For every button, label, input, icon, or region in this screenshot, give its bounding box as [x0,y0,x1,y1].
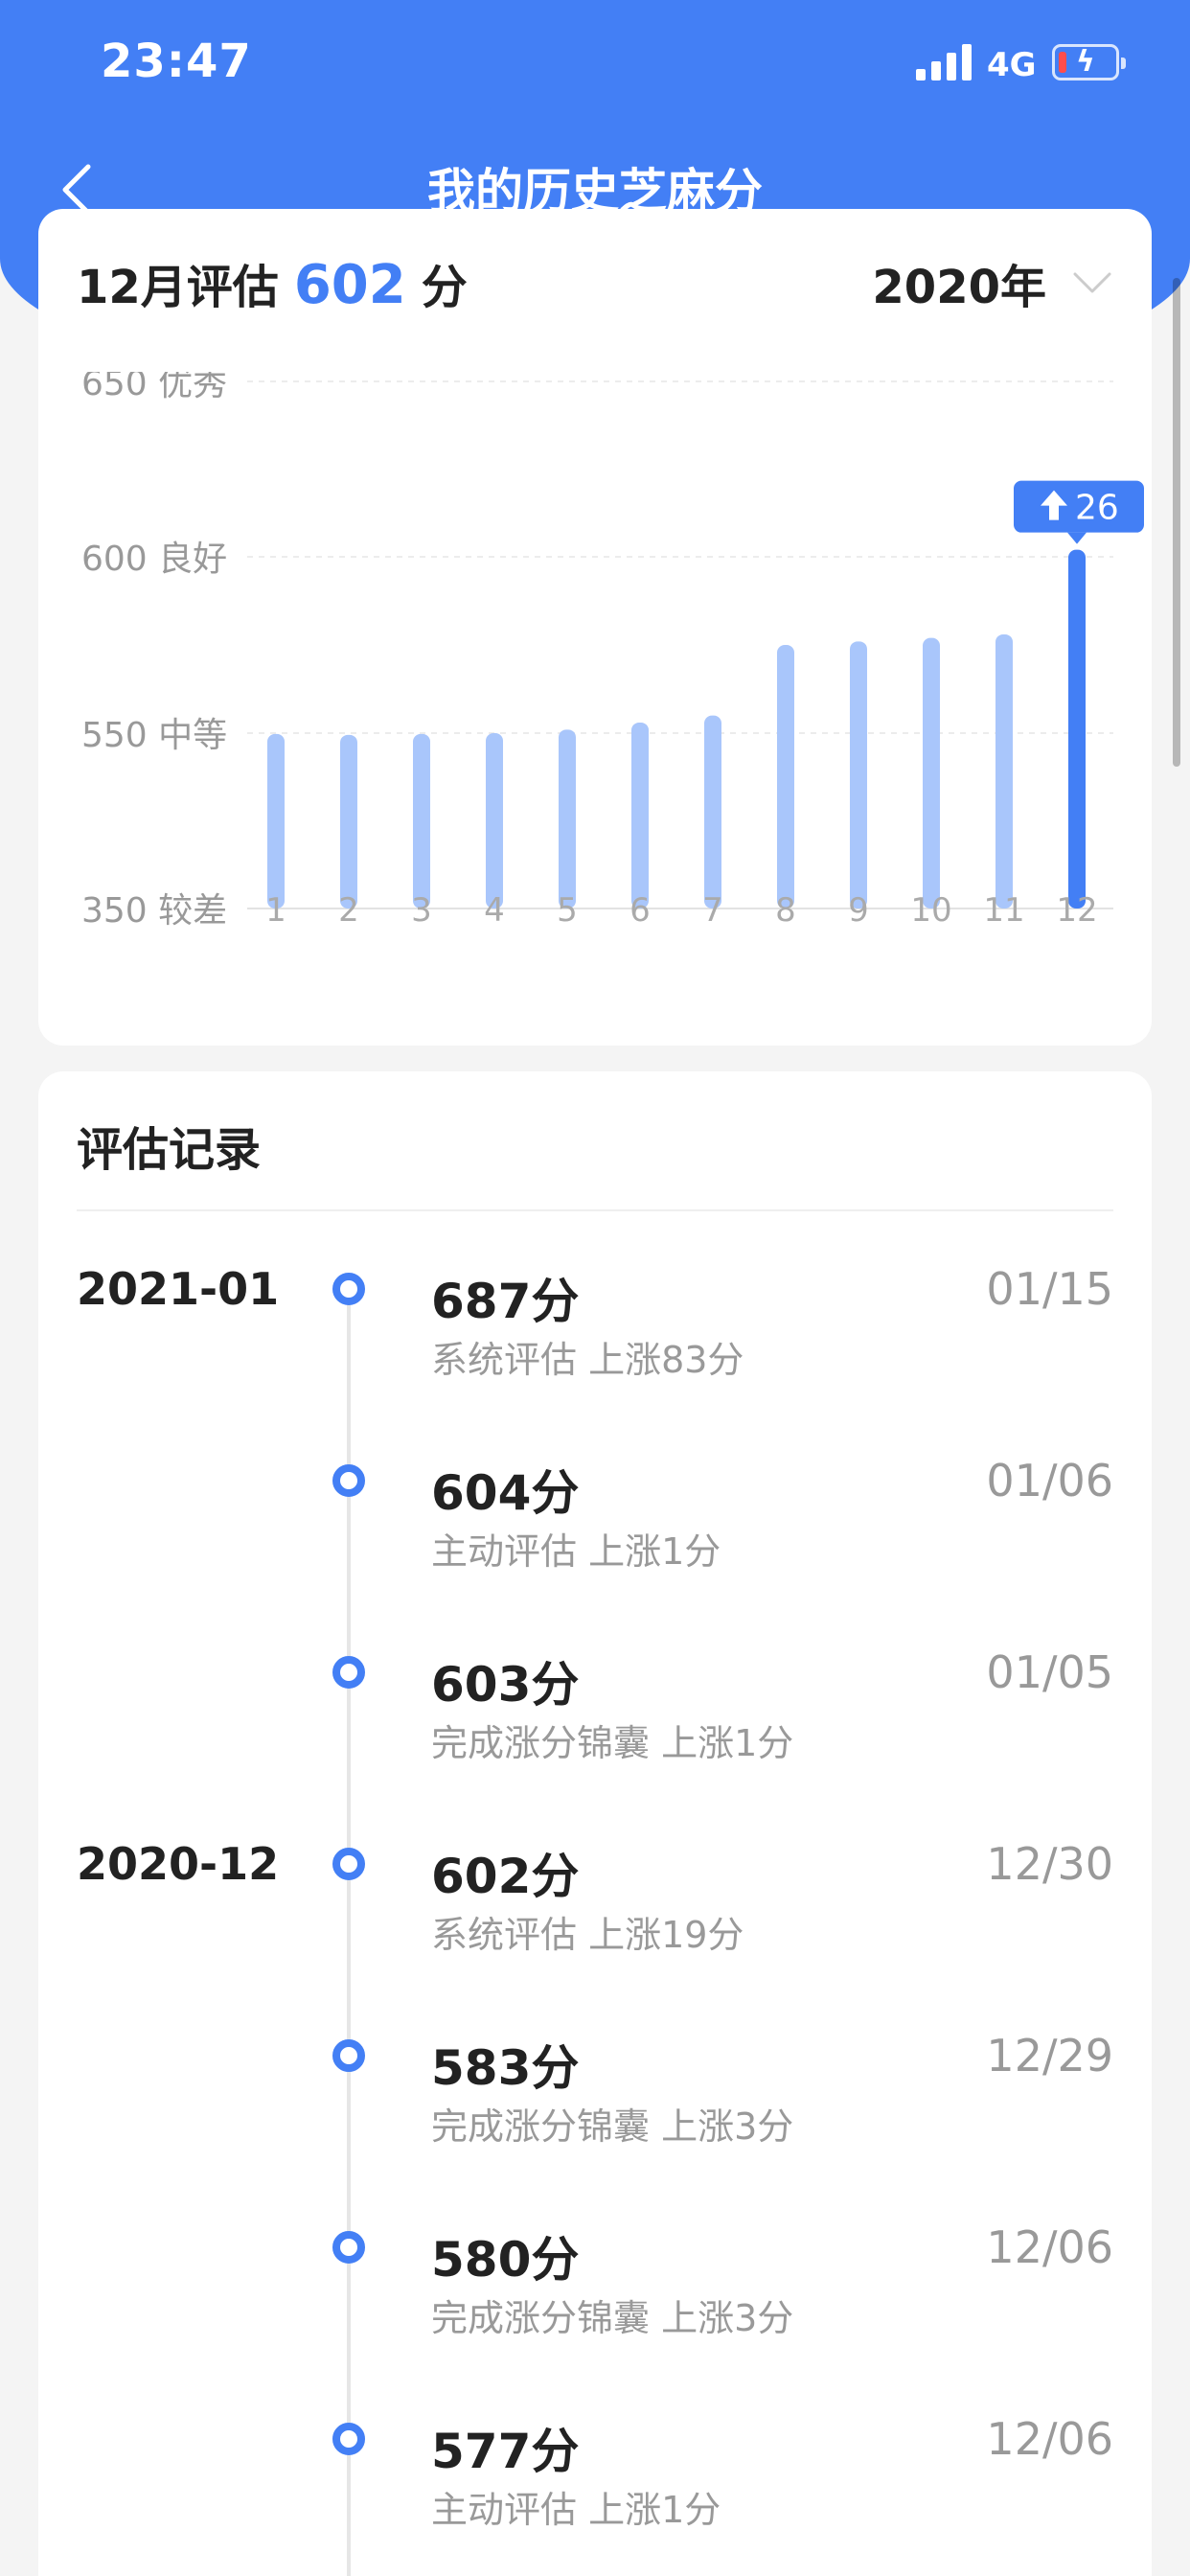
timeline-dot-icon [332,2231,365,2264]
record-item[interactable]: 583分完成涨分锦囊 上涨3分 12/29 [38,2030,1152,2221]
year-selector[interactable]: 2020年 [872,249,1113,316]
x-tick-label: 9 [848,891,869,930]
record-date: 12/30 [986,1838,1113,1890]
bar [340,734,357,908]
bar [995,633,1013,908]
record-item[interactable]: 604分主动评估 上涨1分 01/06 [38,1455,1152,1646]
year-value: 2020年 [872,261,1046,314]
y-tick-label: 600 良好 [81,540,227,579]
divider [77,1209,1113,1211]
record-date: 01/15 [986,1263,1113,1315]
record-score: 603分 [431,1657,580,1713]
status-time: 23:47 [101,34,252,88]
record-month: 2020-12 [77,1838,280,1890]
record-item[interactable]: 580分完成涨分锦囊 上涨3分 12/06 [38,2221,1152,2413]
x-tick-label: 11 [983,891,1024,930]
scrollbar[interactable] [1173,278,1180,767]
summary-prefix: 12月评估 [77,261,279,314]
x-tick-label: 8 [775,891,796,930]
bar [777,645,794,908]
record-score: 577分 [431,2424,580,2479]
record-month: 2021-01 [77,1263,280,1315]
score-chart-card: 12月评估 602 分 2020年 350 较差 550 中等 600 良好 650 优秀… [38,209,1152,1046]
y-tick-label: 650 优秀 [81,372,227,403]
x-tick-label: 7 [702,891,723,930]
timeline-dot-icon [332,1273,365,1305]
record-item[interactable]: 603分完成涨分锦囊 上涨1分 01/05 [38,1646,1152,1838]
y-tick-label: 550 中等 [81,716,227,755]
summary-score: 602 [293,254,406,316]
network-type: 4G [987,46,1037,84]
record-date: 01/06 [986,1455,1113,1506]
record-score: 687分 [431,1274,580,1329]
bar [850,641,867,908]
bar [486,733,503,908]
summary-suffix: 分 [421,261,468,314]
battery-icon: ϟ [1052,44,1126,80]
timeline-dot-icon [332,1848,365,1880]
x-tick-label: 2 [338,891,359,930]
score-bar-chart: 350 较差550 中等600 良好650 优秀1 2 3 4 5 6 7 8 9 10 11 122… [81,372,1144,931]
record-item[interactable]: 2020-12 602分系统评估 上涨19分 12/30 [38,1838,1152,2030]
x-tick-label: 4 [484,891,505,930]
records-card: 评估记录 2021-01 687分系统评估 上涨83分 01/15 604分主动评估 … [38,1071,1152,2576]
record-item[interactable]: 577分主动评估 上涨1分 12/06 [38,2413,1152,2576]
record-description: 完成涨分锦囊 上涨3分 [431,2297,794,2339]
records-title: 评估记录 [77,1123,262,1177]
record-description: 完成涨分锦囊 上涨3分 [431,2105,794,2148]
bar [267,733,285,908]
chevron-down-icon [1073,272,1111,293]
change-badge-value: 26 [1075,489,1119,528]
badge-pointer [1067,532,1087,544]
record-description: 系统评估 上涨83分 [431,1339,744,1381]
month-score-summary: 12月评估 602 分 [77,249,468,316]
record-description: 主动评估 上涨1分 [431,1530,721,1573]
bar [704,715,721,908]
x-tick-label: 1 [265,891,286,930]
y-tick-label: 350 较差 [81,891,227,931]
record-date: 12/06 [986,2221,1113,2273]
record-description: 主动评估 上涨1分 [431,2489,721,2531]
signal-icon [916,42,972,80]
timeline-dot-icon [332,2039,365,2072]
record-score: 604分 [431,1465,580,1521]
record-date: 12/06 [986,2413,1113,2465]
record-description: 完成涨分锦囊 上涨1分 [431,1722,794,1764]
status-bar: 23:47 4G ϟ [0,0,1190,129]
record-score: 602分 [431,1849,580,1904]
record-score: 583分 [431,2040,580,2096]
timeline-dot-icon [332,1656,365,1689]
bar [413,733,430,908]
x-tick-label: 5 [557,891,578,930]
record-score: 580分 [431,2232,580,2288]
record-description: 系统评估 上涨19分 [431,1914,744,1956]
timeline-dot-icon [332,1464,365,1497]
bar [923,637,940,908]
x-tick-label: 3 [411,891,432,930]
bar [1068,549,1086,908]
x-tick-label: 6 [629,891,651,930]
timeline-dot-icon [332,2423,365,2455]
record-date: 01/05 [986,1646,1113,1698]
record-date: 12/29 [986,2030,1113,2082]
x-tick-label: 12 [1056,891,1097,930]
x-tick-label: 10 [910,891,951,930]
bar [631,722,649,908]
bar [559,729,576,908]
record-item[interactable]: 2021-01 687分系统评估 上涨83分 01/15 [38,1263,1152,1455]
